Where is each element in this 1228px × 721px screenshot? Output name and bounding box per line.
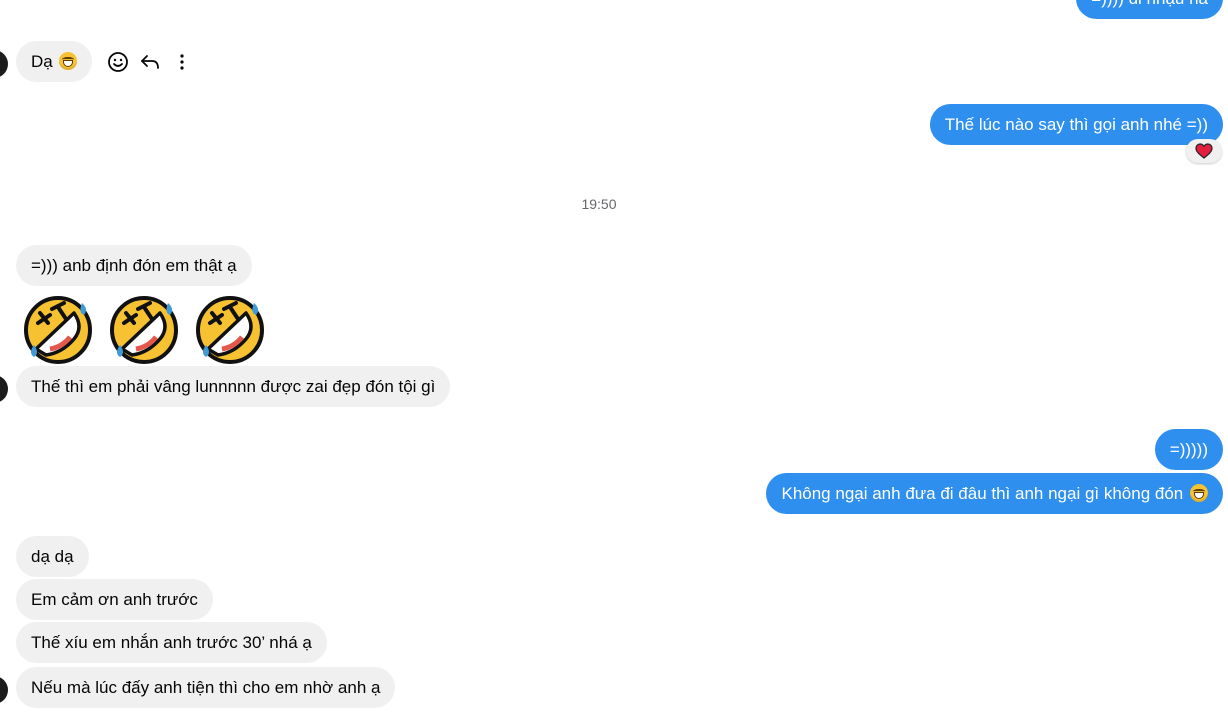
incoming-message[interactable]: dạ dạ xyxy=(16,536,89,577)
outgoing-message[interactable]: Thế lúc nào say thì gọi anh nhé =)) xyxy=(929,104,1223,145)
outgoing-message[interactable]: =))))) xyxy=(1154,429,1223,470)
incoming-message[interactable]: Nếu mà lúc đấy anh tiện thì cho em nhờ a… xyxy=(16,667,396,708)
message-text: =))) anb định đón em thật ạ xyxy=(31,256,237,275)
avatar[interactable] xyxy=(0,375,8,403)
message-text: Thế thì em phải vâng lunnnnn được zai đẹ… xyxy=(31,377,436,396)
message-text: Không ngại anh đưa đi đâu thì anh ngại g… xyxy=(781,484,1184,503)
incoming-message[interactable]: =))) anb định đón em thật ạ xyxy=(16,245,252,286)
message-text: =))))) xyxy=(1169,440,1208,459)
message-text: Thế lúc nào say thì gọi anh nhé =)) xyxy=(944,115,1208,134)
incoming-message[interactable]: Thế thì em phải vâng lunnnnn được zai đẹ… xyxy=(16,366,451,407)
message-text: Dạ xyxy=(31,52,53,71)
message-text: dạ dạ xyxy=(31,547,74,566)
outgoing-message[interactable]: Không ngại anh đưa đi đâu thì anh ngại g… xyxy=(766,473,1223,514)
smiley-icon[interactable] xyxy=(106,50,130,74)
incoming-message[interactable]: Thế xíu em nhắn anh trước 30’ nhá ạ xyxy=(16,622,327,663)
avatar[interactable] xyxy=(0,676,8,704)
message-text: Em cảm ơn anh trước xyxy=(31,590,198,609)
message-text: Nếu mà lúc đấy anh tiện thì cho em nhờ a… xyxy=(31,678,381,697)
reply-icon[interactable] xyxy=(138,50,162,74)
rolling-laughing-emoji[interactable] xyxy=(22,293,94,365)
message-text: Thế xíu em nhắn anh trước 30’ nhá ạ xyxy=(31,633,312,652)
incoming-message[interactable]: Em cảm ơn anh trước xyxy=(16,579,213,620)
incoming-message[interactable]: Dạ xyxy=(16,41,93,82)
smiling-emoji-icon xyxy=(1190,484,1208,502)
avatar[interactable] xyxy=(0,50,8,78)
message-text: =)))) đi nhậu hả xyxy=(1091,0,1208,8)
reaction-badge[interactable] xyxy=(1186,139,1222,163)
heart-icon xyxy=(1195,143,1213,159)
grinning-emoji-icon xyxy=(59,52,78,70)
more-vertical-icon[interactable] xyxy=(170,50,194,74)
timestamp: 19:50 xyxy=(581,196,617,212)
outgoing-message[interactable]: =)))) đi nhậu hả xyxy=(1076,0,1223,19)
rolling-laughing-emoji[interactable] xyxy=(194,293,266,365)
rolling-laughing-emoji[interactable] xyxy=(108,293,180,365)
message-actions xyxy=(106,50,194,74)
